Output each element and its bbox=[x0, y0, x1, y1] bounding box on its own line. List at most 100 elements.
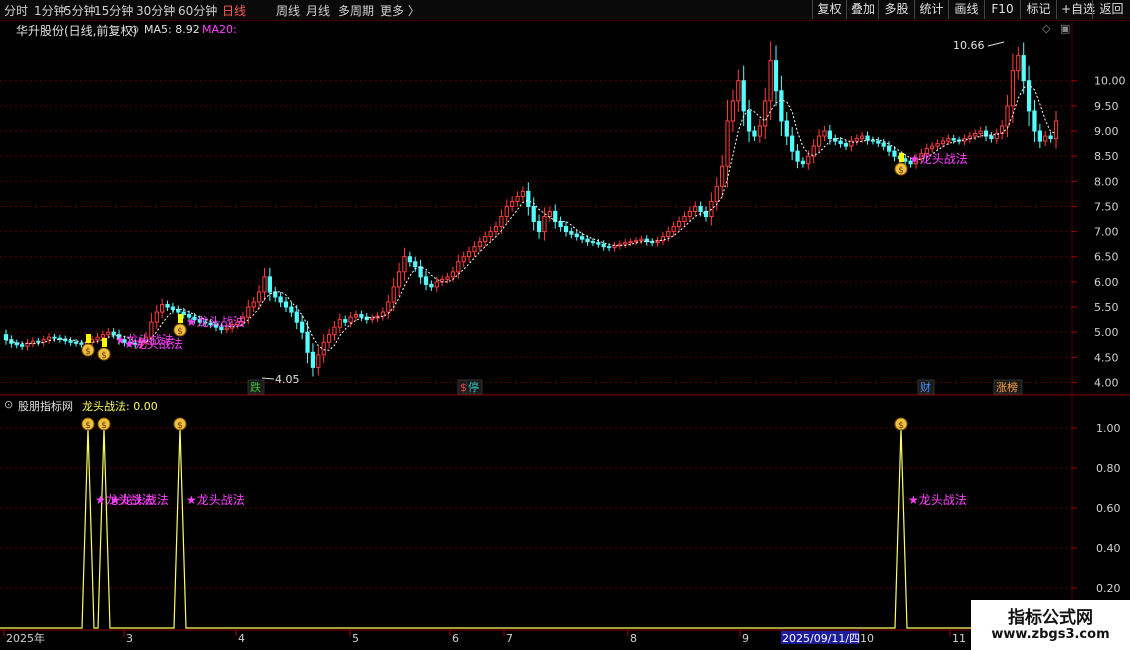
candle-body[interactable] bbox=[418, 266, 423, 278]
candle-body[interactable] bbox=[633, 240, 639, 243]
candle-body[interactable] bbox=[628, 241, 633, 244]
candle-body[interactable] bbox=[989, 135, 994, 140]
candle-body[interactable] bbox=[822, 130, 827, 137]
candle-body[interactable] bbox=[569, 231, 574, 235]
candle-body[interactable] bbox=[746, 110, 752, 132]
candle-body[interactable] bbox=[434, 281, 439, 288]
candle-body[interactable] bbox=[310, 351, 316, 368]
candle-body[interactable] bbox=[20, 344, 25, 347]
candle-body[interactable] bbox=[763, 100, 768, 127]
candle-body[interactable] bbox=[289, 306, 294, 313]
candle-body[interactable] bbox=[73, 341, 79, 344]
candle-body[interactable] bbox=[283, 301, 289, 308]
candle-body[interactable] bbox=[332, 326, 337, 336]
candle-body[interactable] bbox=[730, 100, 736, 122]
candle-body[interactable] bbox=[353, 314, 359, 318]
candle-body[interactable] bbox=[165, 304, 170, 308]
candle-body[interactable] bbox=[886, 145, 892, 152]
candle-body[interactable] bbox=[790, 135, 795, 152]
candle-body[interactable] bbox=[100, 334, 106, 338]
candle-body[interactable] bbox=[14, 342, 19, 346]
candle-body[interactable] bbox=[725, 120, 730, 167]
candle-body[interactable] bbox=[795, 150, 800, 162]
candle-body[interactable] bbox=[973, 133, 978, 137]
candle-body[interactable] bbox=[326, 334, 332, 343]
candle-body[interactable] bbox=[30, 340, 36, 344]
candle-body[interactable] bbox=[1005, 105, 1010, 127]
candle-body[interactable] bbox=[520, 190, 526, 197]
candle-body[interactable] bbox=[946, 138, 951, 142]
candle-body[interactable] bbox=[881, 142, 886, 147]
candle-body[interactable] bbox=[542, 216, 547, 233]
candle-body[interactable] bbox=[300, 321, 305, 333]
candle-body[interactable] bbox=[816, 135, 822, 147]
indicator-collapse-icon[interactable]: ⊙ bbox=[4, 398, 13, 411]
candle-body[interactable] bbox=[305, 331, 310, 353]
candle-body[interactable] bbox=[294, 311, 299, 323]
candle-body[interactable] bbox=[450, 271, 456, 278]
candle-body[interactable] bbox=[978, 130, 983, 135]
candle-body[interactable] bbox=[779, 90, 784, 122]
candle-body[interactable] bbox=[316, 354, 321, 368]
candle-body[interactable] bbox=[461, 256, 466, 263]
candle-body[interactable] bbox=[1010, 70, 1016, 107]
candle-body[interactable] bbox=[466, 251, 472, 258]
diamond-icon[interactable]: ◇ bbox=[1042, 22, 1050, 35]
candle-body[interactable] bbox=[843, 143, 849, 147]
candle-body[interactable] bbox=[903, 158, 908, 162]
candle-body[interactable] bbox=[601, 243, 606, 248]
candle-body[interactable] bbox=[380, 311, 386, 317]
candle-body[interactable] bbox=[1043, 135, 1048, 142]
candle-body[interactable] bbox=[606, 246, 612, 249]
candle-body[interactable] bbox=[402, 256, 407, 273]
candle-body[interactable] bbox=[612, 245, 617, 249]
candle-body[interactable] bbox=[935, 143, 940, 147]
candle-body[interactable] bbox=[676, 221, 682, 228]
candle-body[interactable] bbox=[682, 216, 687, 223]
candle-body[interactable] bbox=[1048, 135, 1053, 140]
candle-body[interactable] bbox=[558, 221, 563, 228]
candle-body[interactable] bbox=[639, 238, 644, 242]
candle-body[interactable] bbox=[585, 238, 590, 243]
candle-body[interactable] bbox=[736, 80, 741, 102]
candle-body[interactable] bbox=[386, 301, 391, 313]
candle-body[interactable] bbox=[720, 165, 725, 187]
candle-body[interactable] bbox=[472, 246, 477, 253]
candle-body[interactable] bbox=[456, 261, 461, 273]
candle-body[interactable] bbox=[493, 226, 499, 233]
candle-body[interactable] bbox=[1053, 120, 1059, 140]
candle-body[interactable] bbox=[590, 241, 596, 244]
candle-body[interactable] bbox=[246, 306, 251, 318]
candle-body[interactable] bbox=[370, 317, 375, 321]
candle-body[interactable] bbox=[348, 316, 353, 323]
candle-body[interactable] bbox=[892, 150, 897, 157]
candle-body[interactable] bbox=[623, 242, 628, 245]
candle-body[interactable] bbox=[596, 242, 601, 245]
candle-body[interactable] bbox=[666, 231, 671, 238]
candle-body[interactable] bbox=[563, 226, 569, 233]
candle-body[interactable] bbox=[838, 140, 843, 145]
candle-body[interactable] bbox=[757, 125, 762, 137]
candle-body[interactable] bbox=[407, 256, 412, 263]
candle-body[interactable] bbox=[413, 261, 418, 268]
candle-body[interactable] bbox=[504, 205, 509, 218]
candle-body[interactable] bbox=[499, 216, 504, 228]
candle-body[interactable] bbox=[650, 241, 655, 244]
candle-body[interactable] bbox=[827, 130, 832, 140]
candle-body[interactable] bbox=[445, 276, 450, 280]
candle-body[interactable] bbox=[930, 145, 935, 150]
candle-body[interactable] bbox=[1037, 130, 1042, 142]
settings-icon[interactable]: ⊙ bbox=[130, 23, 139, 36]
candle-body[interactable] bbox=[106, 331, 111, 336]
panel-toggle-icon[interactable]: ▣ bbox=[1060, 22, 1070, 35]
candle-body[interactable] bbox=[714, 185, 719, 202]
candle-body[interactable] bbox=[1016, 55, 1021, 72]
candle-body[interactable] bbox=[46, 336, 52, 341]
candle-body[interactable] bbox=[536, 221, 542, 233]
candle-body[interactable] bbox=[391, 286, 396, 303]
candle-body[interactable] bbox=[278, 296, 283, 303]
candle-body[interactable] bbox=[154, 311, 159, 323]
candle-body[interactable] bbox=[515, 195, 520, 202]
candle-body[interactable] bbox=[477, 241, 482, 248]
candle-body[interactable] bbox=[321, 341, 326, 356]
